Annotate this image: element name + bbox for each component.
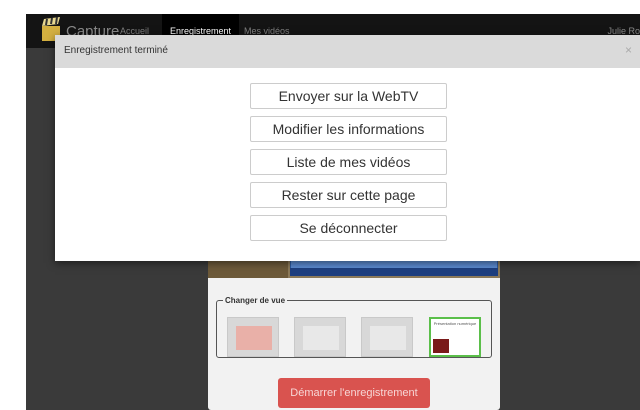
- camera-thumb-image: [236, 326, 272, 350]
- view-selector-legend: Changer de vue: [225, 296, 286, 305]
- my-videos-button[interactable]: Liste de mes vidéos: [250, 149, 447, 175]
- start-recording-button[interactable]: Démarrer l'enregistrement: [278, 378, 430, 408]
- screen-thumb-image: [303, 326, 339, 350]
- logout-button[interactable]: Se déconnecter: [250, 215, 447, 241]
- view-thumb-camera[interactable]: [227, 317, 279, 357]
- presentation-thumb-camera: [433, 339, 449, 353]
- recording-panel: Changer de vue Présentation numérique Dé…: [208, 244, 500, 410]
- recording-finished-modal: Enregistrement terminé × Envoyer sur la …: [55, 35, 640, 261]
- modal-title: Enregistrement terminé: [64, 45, 168, 56]
- send-to-webtv-button[interactable]: Envoyer sur la WebTV: [250, 83, 447, 109]
- close-icon[interactable]: ×: [625, 43, 632, 57]
- view-thumb-screen[interactable]: [294, 317, 346, 357]
- view-thumb-presentation[interactable]: Présentation numérique: [429, 317, 481, 357]
- split-thumb-image: [370, 326, 406, 350]
- modal-header: Enregistrement terminé ×: [55, 35, 640, 68]
- view-thumb-split[interactable]: [361, 317, 413, 357]
- edit-info-button[interactable]: Modifier les informations: [250, 116, 447, 142]
- view-selector: Changer de vue Présentation numérique: [216, 296, 492, 358]
- stay-on-page-button[interactable]: Rester sur cette page: [250, 182, 447, 208]
- screen-taskbar: [290, 268, 498, 276]
